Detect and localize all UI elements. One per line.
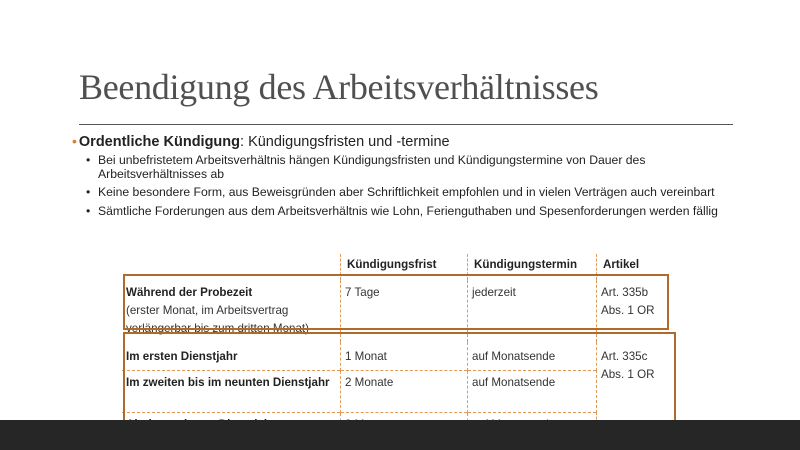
group-artikel-1: Art. 335c [601, 350, 648, 363]
sub-bullet-text: Bei unbefristetem Arbeitsverhältnis häng… [98, 153, 646, 181]
group-artikel-2: Abs. 1 OR [601, 368, 655, 381]
sub-bullet-text: Keine besondere Form, aus Beweisgründen … [98, 185, 715, 199]
header-termin: Kündigungstermin [467, 254, 597, 280]
main-bullet-rest: : Kündigungsfristen und -termine [240, 134, 450, 150]
sub-bullet-list: • Bei unbefristetem Arbeitsverhältnis hän… [86, 153, 732, 218]
bullet-marker: • [72, 133, 77, 149]
probezeit-artikel: Art. 335b Abs. 1 OR [596, 280, 695, 342]
table-header-row: Kündigungsfrist Kündigungstermin Artikel [122, 254, 695, 280]
row-termin: auf Monatsende [467, 369, 597, 412]
main-bullet-text: Ordentliche Kündigung: Kündigungsfristen… [79, 134, 450, 150]
notice-period-table: Kündigungsfrist Kündigungstermin Artikel… [122, 254, 695, 438]
title-divider [79, 124, 733, 125]
slide-title: Beendigung des Arbeitsverhältnisses [79, 67, 599, 107]
probezeit-label-cell: Während der Probezeit (erster Monat, im … [122, 280, 341, 342]
row-frist: 2 Monate [340, 369, 468, 412]
probezeit-frist: 7 Tage [340, 280, 468, 342]
main-bullet-bold: Ordentliche Kündigung [78, 134, 241, 150]
bullet-list: • Ordentliche Kündigung: Kündigungsfrist… [72, 133, 732, 223]
probezeit-artikel-2: Abs. 1 OR [601, 304, 655, 317]
probezeit-termin: jederzeit [467, 280, 597, 342]
header-frist: Kündigungsfrist [340, 254, 468, 280]
probezeit-label: Während der Probezeit [126, 286, 253, 299]
sub-bullet: • Sämtliche Forderungen aus dem Arbeitsve… [86, 203, 718, 218]
header-artikel: Artikel [596, 254, 695, 280]
sub-bullet: • Keine besondere Form, aus Beweisgründen… [86, 185, 715, 199]
row-label: Im ersten Dienstjahr [126, 350, 238, 363]
row-frist: 1 Monat [340, 342, 468, 370]
row-termin: auf Monatsende [467, 342, 597, 370]
table-row: Im ersten Dienstjahr 1 Monat auf Monatse… [122, 342, 695, 438]
probezeit-note: (erster Monat, im Arbeitsvertrag verläng… [126, 304, 310, 335]
sub-bullet-text: Sämtliche Forderungen aus dem Arbeitsver… [98, 203, 718, 218]
header-empty [122, 254, 341, 280]
table-row-probezeit: Während der Probezeit (erster Monat, im … [122, 280, 695, 342]
row-label: Im zweiten bis im neunten Dienstjahr [122, 369, 341, 412]
probezeit-artikel-1: Art. 335b [601, 286, 649, 299]
main-bullet: • Ordentliche Kündigung: Kündigungsfrist… [72, 133, 732, 150]
sub-bullet: • Bei unbefristetem Arbeitsverhältnis hän… [86, 153, 646, 181]
footer-bar [0, 420, 800, 450]
